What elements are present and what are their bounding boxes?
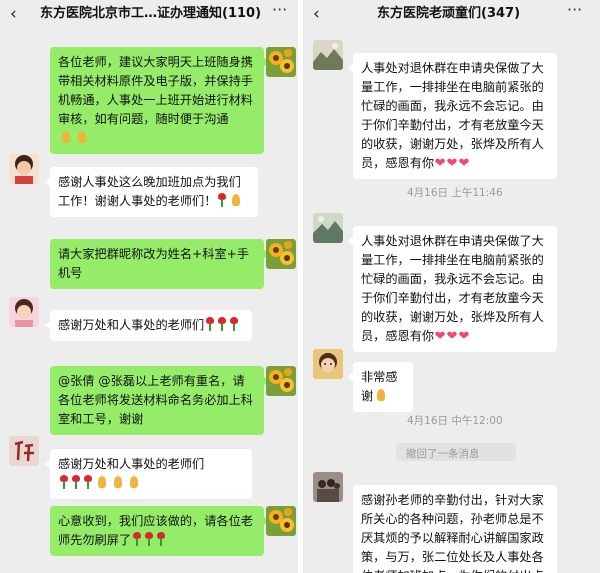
back-icon[interactable]: ‹: [10, 3, 17, 25]
woman-avatar-icon: [9, 154, 39, 184]
rose-icon: [205, 317, 215, 331]
sunflower-avatar-icon: [266, 366, 296, 396]
avatar[interactable]: [313, 40, 343, 70]
avatar[interactable]: [266, 47, 296, 77]
avatar[interactable]: [266, 239, 296, 269]
avatar[interactable]: [9, 436, 39, 466]
message-bubble[interactable]: 心意收到，我们应该做的，请各位老师先勿刷屏了: [50, 506, 269, 556]
message-text: 请大家把群昵称改为姓名+科室+手机号: [58, 247, 250, 280]
heart-icon: ❤: [446, 329, 458, 344]
group-photo-avatar-icon: [313, 472, 343, 502]
avatar[interactable]: [266, 506, 296, 536]
message-text: @张倩 @张磊以上老师有重名，请各位老师将发送材料命名务必加上科室和工号，谢谢: [58, 374, 253, 426]
rose-icon: [132, 532, 142, 546]
message-bubble[interactable]: 请大家把群昵称改为姓名+科室+手机号: [50, 239, 269, 289]
rose-icon: [71, 475, 81, 489]
emoji-group: [216, 192, 244, 211]
calligraphy-avatar-icon: [9, 436, 39, 466]
avatar[interactable]: [9, 297, 39, 327]
timestamp: 4月16日 中午12:00: [407, 415, 503, 427]
message-bubble[interactable]: 感谢人事处这么晚加班加点为我们工作！谢谢人事处的老师们！: [45, 167, 258, 217]
pray-icon: [75, 131, 89, 144]
sunflower-avatar-icon: [266, 47, 296, 77]
avatar[interactable]: [266, 366, 296, 396]
message-text: 各位老师，建议大家明天上班随身携带相关材料原件及电子版，并保持手机畅通，人事处一…: [58, 55, 253, 126]
message-bubble[interactable]: 人事处对退休群在申请央保做了大量工作，一排排坐在电脑前紧张的忙碌的画面，我永远不…: [348, 226, 557, 352]
avatar[interactable]: [313, 213, 343, 243]
heart-icon: ❤: [434, 329, 446, 344]
message-text: 感谢孙老师的辛勤付出，针对大家所关心的各种问题，孙老师总是不厌其烦的予以解释耐心…: [361, 493, 544, 573]
rose-icon: [217, 193, 227, 207]
heart-icon: ❤: [446, 156, 458, 171]
right-chat-header: ‹ 东方医院老顽童们(347) ···: [303, 0, 600, 28]
message-text: 感谢人事处这么晚加班加点为我们工作！谢谢人事处的老师们！: [58, 175, 241, 208]
more-icon[interactable]: ···: [567, 0, 582, 20]
pray-icon: [111, 476, 125, 489]
girl-avatar-icon: [9, 297, 39, 327]
emoji-group: [58, 474, 142, 493]
rose-icon: [217, 317, 227, 331]
rose-icon: [144, 532, 154, 546]
message-bubble[interactable]: 各位老师，建议大家明天上班随身携带相关材料原件及电子版，并保持手机畅通，人事处一…: [50, 47, 269, 154]
emoji-group: [58, 129, 90, 148]
back-icon[interactable]: ‹: [313, 3, 320, 25]
rose-icon: [229, 317, 239, 331]
rose-icon: [83, 475, 93, 489]
emoji-group: ❤❤❤: [434, 327, 470, 346]
left-chat-window: ‹ 东方医院北京市工…证办理通知(110) ··· 各位老师，建议大家明天上班随…: [0, 0, 298, 573]
timestamp: 4月16日 上午11:46: [407, 187, 503, 199]
message-bubble[interactable]: 感谢孙老师的辛勤付出，针对大家所关心的各种问题，孙老师总是不厌其烦的予以解释耐心…: [353, 485, 557, 573]
message-text: 感谢万处和人事处的老师们: [58, 318, 205, 332]
emoji-group: [131, 531, 167, 550]
message-bubble[interactable]: @张倩 @张磊以上老师有重名，请各位老师将发送材料命名务必加上科室和工号，谢谢: [50, 366, 269, 435]
recall-notice: 撤回了一条消息: [406, 448, 480, 460]
heart-icon: ❤: [434, 156, 446, 171]
pray-icon: [229, 194, 243, 207]
landscape-avatar-icon: [313, 40, 343, 70]
avatar[interactable]: [9, 154, 39, 184]
message-text: 感谢万处和人事处的老师们: [58, 457, 205, 471]
message-bubble[interactable]: 感谢万处和人事处的老师们: [45, 310, 252, 341]
pray-icon: [127, 476, 141, 489]
emoji-group: ❤❤❤: [434, 154, 470, 173]
message-bubble[interactable]: 非常感谢: [348, 362, 413, 412]
heart-icon: ❤: [458, 156, 470, 171]
sunflower-avatar-icon: [266, 239, 296, 269]
right-chat-window: ‹ 东方医院老顽童们(347) ··· 人事处对退休群在申请央保做了大量工作，一…: [303, 0, 600, 573]
chat-title: 东方医院老顽童们(347): [377, 6, 521, 21]
left-chat-header: ‹ 东方医院北京市工…证办理通知(110) ···: [0, 0, 298, 28]
avatar[interactable]: [313, 472, 343, 502]
cartoon-avatar-icon: [313, 349, 343, 379]
avatar[interactable]: [313, 349, 343, 379]
pray-icon: [95, 476, 109, 489]
landscape-avatar-icon: [313, 213, 343, 243]
heart-icon: ❤: [458, 329, 470, 344]
more-icon[interactable]: ···: [272, 0, 287, 20]
pray-icon: [374, 389, 388, 402]
sunflower-avatar-icon: [266, 506, 296, 536]
chat-title: 东方医院北京市工…证办理通知(110): [40, 6, 262, 21]
rose-icon: [156, 532, 166, 546]
pray-icon: [59, 131, 73, 144]
rose-icon: [59, 475, 69, 489]
message-bubble[interactable]: 感谢万处和人事处的老师们: [45, 449, 252, 499]
message-bubble[interactable]: 人事处对退休群在申请央保做了大量工作，一排排坐在电脑前紧张的忙碌的画面，我永远不…: [348, 53, 557, 179]
emoji-group: [204, 316, 240, 335]
